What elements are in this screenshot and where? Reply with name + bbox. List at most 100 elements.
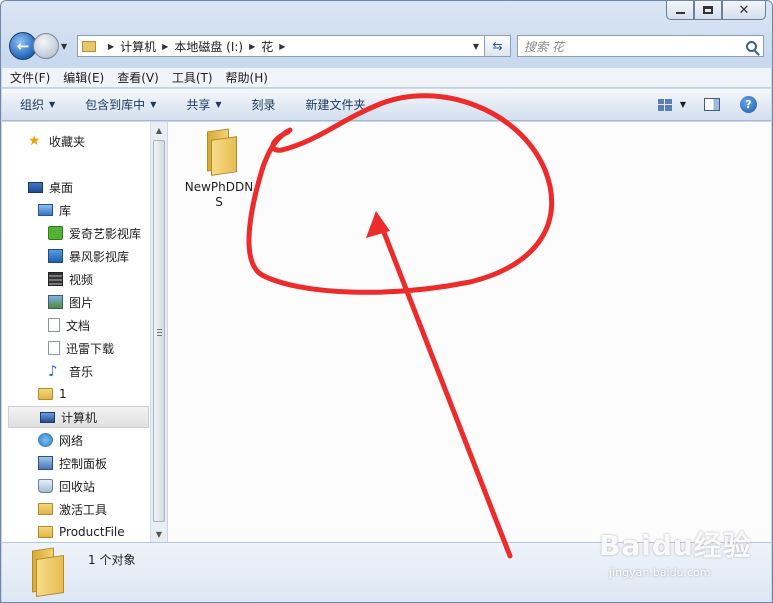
search-icon[interactable]: [746, 40, 757, 52]
nav-label: 爱奇艺影视库: [69, 226, 142, 241]
file-item[interactable]: NewPhDDNS: [184, 128, 254, 210]
nav-item-favorites[interactable]: ★ 收藏夹: [28, 130, 85, 152]
address-dropdown[interactable]: ▼: [468, 42, 484, 51]
desktop-icon: [28, 181, 43, 193]
view-controls: ▼ ?: [657, 96, 757, 113]
file-list[interactable]: NewPhDDNS: [168, 122, 771, 542]
preview-pane-icon[interactable]: [704, 98, 720, 111]
chevron-right-icon[interactable]: ▶: [279, 42, 285, 51]
maximize-button[interactable]: [694, 1, 722, 20]
nav-label: 暴风影视库: [69, 249, 130, 264]
nav-item-pictures[interactable]: 图片: [48, 291, 93, 313]
minimize-button[interactable]: [666, 1, 694, 20]
nav-label: 迅雷下载: [66, 341, 115, 356]
nav-item-baofeng[interactable]: 暴风影视库: [48, 245, 129, 267]
computer-icon: [40, 411, 55, 423]
scroll-up-icon[interactable]: ▲: [151, 122, 167, 138]
document-icon: [48, 318, 60, 332]
chevron-right-icon[interactable]: ▶: [108, 42, 114, 51]
nav-item-computer[interactable]: 计算机: [8, 406, 149, 428]
music-note-icon: ♪: [48, 362, 58, 380]
arrow-left-icon: ←: [16, 37, 30, 55]
new-folder-label: 新建文件夹: [305, 98, 366, 112]
include-library-button[interactable]: 包含到库中 ▼: [85, 96, 156, 113]
nav-item-music[interactable]: ♪ 音乐: [48, 360, 93, 382]
maximize-icon: [703, 6, 713, 14]
breadcrumb-folder[interactable]: 花: [261, 38, 273, 55]
user-folder-icon: [38, 388, 53, 400]
menu-edit[interactable]: 编辑(E): [63, 69, 104, 86]
command-bar: 组织 ▼ 包含到库中 ▼ 共享 ▼ 刻录 新建文件夹 ▼ ?: [2, 89, 771, 121]
star-icon: ★: [28, 133, 41, 149]
share-button[interactable]: 共享 ▼: [186, 96, 221, 113]
include-library-label: 包含到库中: [85, 98, 146, 112]
iqiyi-icon: [48, 226, 63, 240]
organize-button[interactable]: 组织 ▼: [20, 96, 55, 113]
menu-tools[interactable]: 工具(T): [172, 69, 213, 86]
menu-file[interactable]: 文件(F): [10, 69, 50, 86]
nav-label: 图片: [69, 295, 94, 310]
nav-item-network[interactable]: 网络: [38, 429, 83, 451]
film-icon: [48, 272, 63, 286]
forward-button[interactable]: [33, 33, 59, 59]
refresh-icon: ⇆: [492, 39, 503, 53]
change-view-icon[interactable]: [657, 98, 672, 111]
share-label: 共享: [186, 98, 211, 112]
grip-icon: [157, 329, 162, 336]
caption-buttons: ✕: [666, 1, 766, 20]
chevron-right-icon[interactable]: ▶: [249, 42, 255, 51]
nav-label: 桌面: [49, 180, 74, 195]
scroll-down-icon[interactable]: ▼: [151, 526, 167, 542]
menu-view[interactable]: 查看(V): [117, 69, 159, 86]
nav-item-recycle-bin[interactable]: 回收站: [38, 475, 95, 497]
address-bar[interactable]: ▶ 计算机 ▶ 本地磁盘 (I:) ▶ 花 ▶ ▼: [77, 35, 485, 57]
menu-bar: 文件(F) 编辑(E) 查看(V) 工具(T) 帮助(H): [2, 68, 771, 88]
baidu-watermark: Baidu经验 jingyan.baidu.com: [599, 524, 751, 594]
nav-label: 控制面板: [59, 456, 108, 471]
folder-icon: [38, 503, 53, 515]
scrollbar-thumb[interactable]: [153, 140, 165, 522]
recent-pages-dropdown[interactable]: ▼: [61, 42, 71, 51]
refresh-button[interactable]: ⇆: [485, 35, 511, 57]
menu-help[interactable]: 帮助(H): [226, 69, 268, 86]
nav-scrollbar[interactable]: ▲ ▼: [150, 122, 167, 542]
nav-label: 1: [59, 387, 67, 401]
nav-item-videos[interactable]: 视频: [48, 268, 93, 290]
watermark-logo: Baidu经验: [599, 529, 752, 562]
nav-item-productfile[interactable]: ProductFile: [38, 521, 125, 543]
nav-label: 音乐: [69, 364, 94, 379]
nav-label: 视频: [69, 272, 94, 287]
breadcrumb-computer[interactable]: 计算机: [120, 38, 156, 55]
search-input[interactable]: 搜索 花: [517, 35, 764, 57]
folder-icon: [28, 547, 66, 597]
nav-item-activation[interactable]: 激活工具: [38, 498, 107, 520]
folder-icon: [82, 40, 96, 52]
nav-item-desktop[interactable]: 桌面: [28, 176, 73, 198]
chevron-down-icon: ▼: [49, 100, 56, 109]
burn-button[interactable]: 刻录: [252, 96, 276, 113]
nav-label: 激活工具: [59, 502, 108, 517]
close-button[interactable]: ✕: [722, 1, 766, 20]
breadcrumb-drive[interactable]: 本地磁盘 (I:): [174, 38, 243, 55]
nav-label: 文档: [66, 318, 91, 333]
chevron-right-icon[interactable]: ▶: [162, 42, 168, 51]
chevron-down-icon: ▼: [150, 100, 157, 109]
nav-item-user[interactable]: 1: [38, 383, 67, 405]
nav-item-iqiyi[interactable]: 爱奇艺影视库: [48, 222, 141, 244]
nav-label: 回收站: [59, 479, 96, 494]
chevron-down-icon: ▼: [215, 100, 222, 109]
watermark-url: jingyan.baidu.com: [609, 566, 711, 579]
nav-label: ProductFile: [59, 525, 125, 539]
recycle-bin-icon: [38, 479, 53, 493]
help-icon[interactable]: ?: [740, 96, 757, 113]
new-folder-button[interactable]: 新建文件夹: [306, 96, 366, 113]
navigation-pane: ★ 收藏夹 桌面 库 爱奇艺影视库 暴风影视库 视频 图片 文档 迅雷下载 ♪ 音乐: [2, 122, 150, 542]
folder-icon: [199, 128, 239, 176]
nav-item-xunlei[interactable]: 迅雷下载: [48, 337, 114, 359]
address-row: ← ▼ ▶ 计算机 ▶ 本地磁盘 (I:) ▶ 花 ▶ ▼ ⇆ 搜索 花: [9, 31, 764, 61]
item-count: 1 个对象: [88, 553, 136, 567]
nav-item-control-panel[interactable]: 控制面板: [38, 452, 107, 474]
view-options-dropdown[interactable]: ▼: [680, 100, 686, 109]
nav-item-libraries[interactable]: 库: [38, 199, 71, 221]
nav-item-documents[interactable]: 文档: [48, 314, 90, 336]
